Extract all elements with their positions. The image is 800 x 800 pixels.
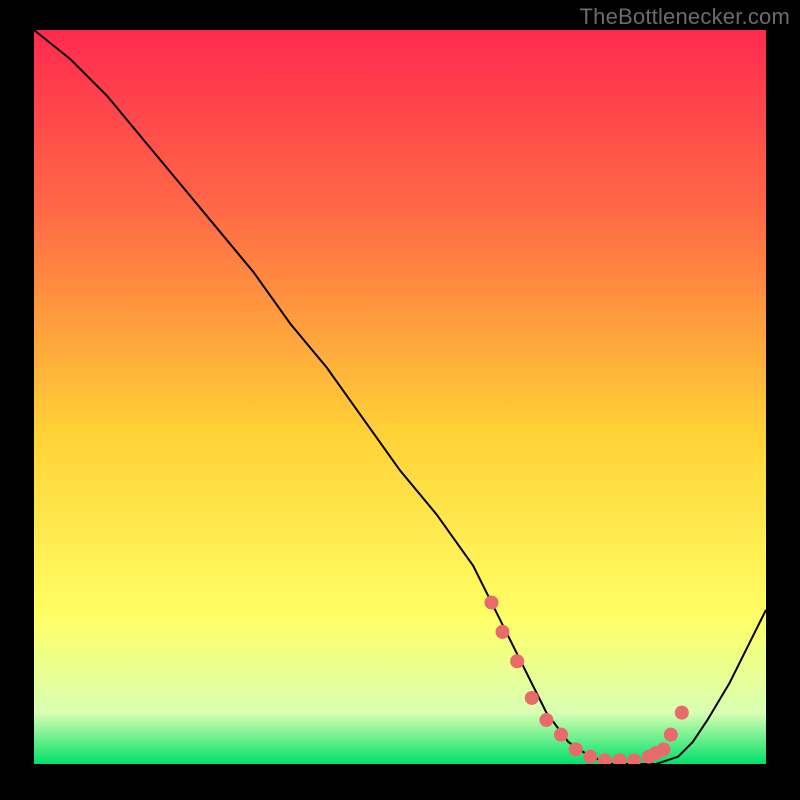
plot-area xyxy=(34,30,766,764)
watermark-text: TheBottlenecker.com xyxy=(580,4,790,30)
highlight-marker xyxy=(664,728,678,742)
highlight-marker xyxy=(485,596,499,610)
bottleneck-chart-svg xyxy=(34,30,766,764)
highlight-marker xyxy=(510,654,524,668)
highlight-marker xyxy=(569,742,583,756)
highlight-marker xyxy=(657,742,671,756)
highlight-marker xyxy=(539,713,553,727)
highlight-marker xyxy=(495,625,509,639)
highlight-marker xyxy=(583,750,597,764)
highlight-marker xyxy=(675,706,689,720)
highlight-marker xyxy=(525,691,539,705)
highlight-marker xyxy=(554,728,568,742)
chart-frame: TheBottlenecker.com xyxy=(0,0,800,800)
